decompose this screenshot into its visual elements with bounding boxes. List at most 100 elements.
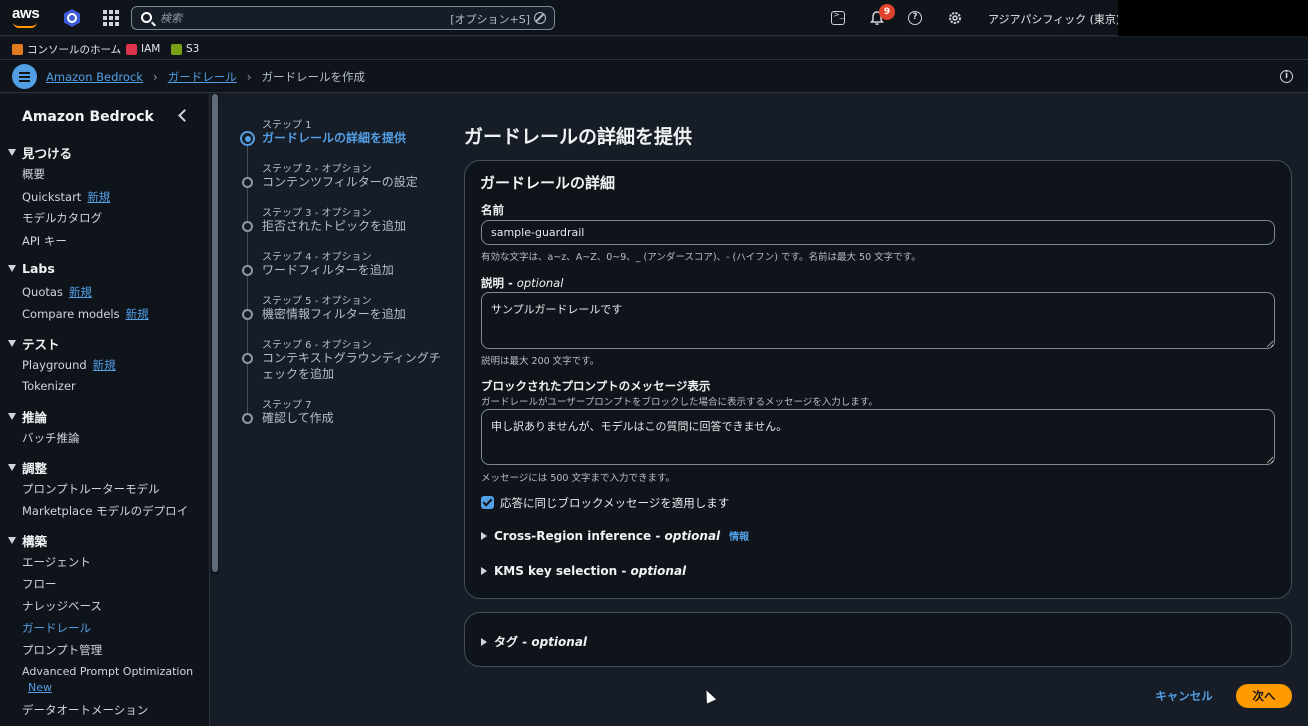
scrollbar-thumb[interactable]: [212, 94, 218, 572]
sidebar-item-api-keys[interactable]: API キー: [22, 233, 67, 249]
sidebar-item-guardrails[interactable]: ガードレール: [22, 620, 91, 636]
new-badge[interactable]: New: [28, 681, 52, 694]
kms-key-text: KMS key selection -: [494, 564, 631, 578]
sidebar-item-label: Advanced Prompt Optimization: [22, 665, 194, 678]
aws-smile-icon: [13, 22, 37, 28]
step-label: ステップ 2 - オプション: [262, 164, 372, 175]
breadcrumb-guardrails[interactable]: ガードレール: [168, 69, 237, 85]
optional-tag: optional: [531, 635, 588, 649]
step-label: ステップ 7: [262, 400, 312, 411]
sidebar-item-advanced-prompt-optimization[interactable]: Advanced Prompt Optimization: [22, 665, 193, 678]
sidebar-section-inference[interactable]: 推論: [8, 407, 47, 426]
region-selector[interactable]: アジアパシフィック (東京): [988, 11, 1133, 27]
step-title: ワードフィルターを追加: [262, 263, 394, 277]
name-hint: 有効な文字は、a~z、A~Z、0~9、_ (アンダースコア)、- (ハイフン) …: [481, 252, 921, 263]
caret-down-icon: [8, 340, 16, 347]
sidebar-item-playground[interactable]: Playground 新規: [22, 357, 116, 373]
sidebar-item-prompt-router[interactable]: プロンプトルーターモデル: [22, 481, 160, 497]
settings-gear-icon[interactable]: [947, 10, 963, 26]
favorite-console-home[interactable]: コンソールのホーム: [12, 42, 121, 56]
step-label: ステップ 5 - オプション: [262, 296, 372, 307]
blocked-message-hint: メッセージには 500 文字まで入力できます。: [481, 473, 676, 484]
apply-same-message-checkbox[interactable]: [481, 496, 494, 509]
sidebar-item-quotas[interactable]: Quotas 新規: [22, 284, 92, 300]
name-input[interactable]: [481, 220, 1275, 245]
sidebar-item-prompt-management[interactable]: プロンプト管理: [22, 642, 102, 658]
help-icon[interactable]: ?: [908, 11, 922, 25]
kms-key-expander[interactable]: KMS key selection - optional: [481, 564, 686, 578]
sidebar-item-label: Quotas: [22, 285, 63, 299]
cancel-button[interactable]: キャンセル: [1150, 686, 1218, 706]
step-title: ガードレールの詳細を提供: [262, 131, 407, 145]
step-title: 拒否されたトピックを追加: [262, 219, 407, 233]
tags-label: タグ - optional: [494, 633, 587, 650]
sidebar-section-labs[interactable]: Labs: [8, 261, 55, 276]
account-menu[interactable]: [1118, 0, 1308, 36]
cross-region-label: Cross-Region inference - optional: [494, 529, 720, 543]
sidebar-item-label: Marketplace モデルのデプロイ: [22, 504, 189, 518]
name-label: 名前: [481, 203, 504, 217]
description-textarea[interactable]: サンプルガードレールです: [481, 292, 1275, 349]
new-badge[interactable]: 新規: [87, 190, 110, 204]
optional-tag: optional: [516, 276, 564, 290]
new-badge[interactable]: 新規: [69, 285, 92, 299]
search-box[interactable]: [オプション+S]: [131, 6, 555, 30]
collapse-sidebar-icon[interactable]: [178, 109, 191, 122]
services-grid-icon[interactable]: [103, 10, 119, 26]
info-icon[interactable]: i: [1280, 70, 1293, 83]
sidebar-section-tune[interactable]: 調整: [8, 458, 47, 477]
sidebar-scrollbar[interactable]: [211, 94, 219, 574]
sidebar-item-quickstart[interactable]: Quickstart 新規: [22, 189, 110, 205]
sidebar-item-overview[interactable]: 概要: [22, 166, 45, 182]
section-label: 構築: [22, 534, 48, 549]
sidebar-item-data-automation[interactable]: データオートメーション: [22, 702, 148, 718]
sidebar-item-label: Compare models: [22, 307, 120, 321]
step-title: 機密情報フィルターを追加: [262, 307, 406, 321]
new-badge[interactable]: 新規: [93, 358, 116, 372]
aws-logo[interactable]: aws: [12, 6, 42, 30]
description-hint: 説明は最大 200 文字です。: [481, 356, 600, 367]
step-circle-icon: [242, 413, 253, 424]
favorite-iam[interactable]: IAM: [126, 42, 160, 56]
sidebar-item-knowledge-bases[interactable]: ナレッジベース: [22, 598, 102, 614]
step-circle-icon: [242, 221, 253, 232]
favorites-bar: コンソールのホーム IAM S3: [0, 37, 1308, 60]
cloudshell-icon[interactable]: [831, 10, 845, 25]
tags-text: タグ -: [494, 635, 532, 649]
sidebar-item-agents[interactable]: エージェント: [22, 554, 91, 570]
sidebar-item-compare-models[interactable]: Compare models 新規: [22, 306, 149, 322]
step-title: コンテンツフィルターの設定: [262, 175, 418, 189]
blocked-message-label: ブロックされたプロンプトのメッセージ表示: [481, 379, 711, 393]
tags-expander[interactable]: タグ - optional: [481, 633, 587, 650]
next-button[interactable]: 次へ: [1236, 684, 1292, 708]
sidebar-item-marketplace-deploy[interactable]: Marketplace モデルのデプロイ: [22, 503, 188, 519]
hamburger-menu-button[interactable]: [12, 64, 37, 89]
favorite-s3[interactable]: S3: [171, 42, 199, 56]
sidebar-item-batch-inference[interactable]: バッチ推論: [22, 430, 80, 446]
new-badge[interactable]: 新規: [126, 307, 149, 321]
sidebar-section-build[interactable]: 構築: [8, 531, 47, 550]
sidebar-item-model-catalog[interactable]: モデルカタログ: [22, 210, 102, 226]
blocked-message-textarea[interactable]: 申し訳ありませんが、モデルはこの質問に回答できません。: [481, 409, 1275, 465]
sidebar-item-flows[interactable]: フロー: [22, 576, 57, 592]
kms-key-label: KMS key selection - optional: [494, 564, 686, 578]
step-label: ステップ 1: [262, 120, 312, 131]
breadcrumb-current: ガードレールを作成: [261, 70, 366, 84]
apply-same-message-label[interactable]: 応答に同じブロックメッセージを適用します: [500, 495, 729, 511]
search-shortcut: [オプション+S]: [450, 13, 530, 26]
amazon-q-icon[interactable]: [62, 8, 82, 28]
clear-search-icon[interactable]: [534, 12, 546, 24]
info-link[interactable]: 情報: [729, 528, 749, 543]
favorite-label: S3: [186, 43, 200, 55]
sidebar-section-discover[interactable]: 見つける: [8, 143, 72, 162]
sidebar-item-tokenizer[interactable]: Tokenizer: [22, 379, 76, 393]
aws-logo-text: aws: [12, 5, 40, 22]
cross-region-expander[interactable]: Cross-Region inference - optional 情報: [481, 528, 749, 543]
sidebar-item-label: フロー: [22, 577, 57, 591]
sidebar-item-label: ナレッジベース: [22, 599, 102, 613]
card-title: ガードレールの詳細: [480, 174, 616, 192]
sidebar-section-test[interactable]: テスト: [8, 334, 60, 353]
sidebar-item-label: エージェント: [22, 555, 91, 569]
breadcrumb-bedrock[interactable]: Amazon Bedrock: [46, 70, 143, 84]
search-input[interactable]: [160, 8, 440, 28]
